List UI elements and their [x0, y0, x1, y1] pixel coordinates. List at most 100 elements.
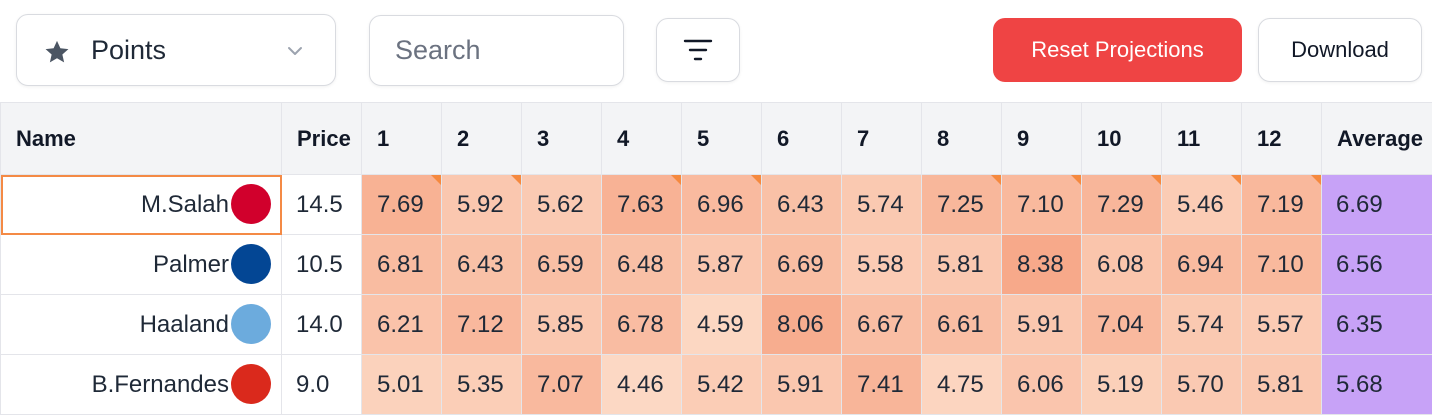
projection-cell[interactable]: 5.74	[841, 174, 922, 235]
view-select-value: Points	[91, 35, 167, 65]
column-header-gw-1[interactable]: 1	[361, 102, 442, 175]
reset-projections-button[interactable]: Reset Projections	[993, 18, 1242, 82]
projection-cell[interactable]: 5.19	[1081, 354, 1162, 415]
projection-cell[interactable]: 5.85	[521, 294, 602, 355]
chevron-down-icon	[288, 47, 302, 55]
projection-cell[interactable]: 4.59	[681, 294, 762, 355]
projection-cell[interactable]: 7.69	[361, 174, 442, 235]
projection-cell[interactable]: 5.74	[1161, 294, 1242, 355]
search-input[interactable]	[370, 16, 623, 85]
projection-cell[interactable]: 6.67	[841, 294, 922, 355]
projection-cell[interactable]: 6.78	[601, 294, 682, 355]
projection-value: 7.25	[937, 190, 984, 218]
player-name-cell[interactable]: B.Fernandes	[0, 354, 282, 415]
projection-value: 6.81	[377, 250, 424, 278]
price-cell: 10.5	[281, 234, 362, 295]
player-name: B.Fernandes	[91, 370, 229, 398]
price-cell: 14.0	[281, 294, 362, 355]
player-name: M.Salah	[140, 190, 229, 218]
projection-cell[interactable]: 5.87	[681, 234, 762, 295]
player-name-cell[interactable]: Haaland	[0, 294, 282, 355]
projection-cell[interactable]: 7.10	[1241, 234, 1322, 295]
projection-cell[interactable]: 5.35	[441, 354, 522, 415]
column-header-gw-5[interactable]: 5	[681, 102, 762, 175]
projection-cell[interactable]: 7.19	[1241, 174, 1322, 235]
projection-cell[interactable]: 7.41	[841, 354, 922, 415]
projection-value: 5.91	[777, 370, 824, 398]
column-header-gw-2[interactable]: 2	[441, 102, 522, 175]
projection-cell[interactable]: 7.10	[1001, 174, 1082, 235]
projection-cell[interactable]: 6.43	[761, 174, 842, 235]
player-name: Palmer	[152, 250, 229, 278]
projection-cell[interactable]: 5.91	[761, 354, 842, 415]
column-header-gw-7[interactable]: 7	[841, 102, 922, 175]
table-row[interactable]: Haaland 14.0 6.21 7.12 5.85 6.78 4.59 8.06 6.67 6…	[0, 294, 1432, 355]
projection-cell[interactable]: 5.92	[441, 174, 522, 235]
projection-cell[interactable]: 7.04	[1081, 294, 1162, 355]
projection-value: 7.10	[1257, 250, 1304, 278]
column-header-gw-9[interactable]: 9	[1001, 102, 1082, 175]
projection-cell[interactable]: 5.70	[1161, 354, 1242, 415]
projection-value: 7.29	[1097, 190, 1144, 218]
projection-value: 6.67	[857, 310, 904, 338]
table-header-row: Name Price 1 2 3 4 5 6 7 8 9 10 11 12 Average	[0, 102, 1432, 175]
projection-value: 5.62	[537, 190, 584, 218]
projection-cell[interactable]: 8.06	[761, 294, 842, 355]
projection-cell[interactable]: 5.62	[521, 174, 602, 235]
projection-cell[interactable]: 6.59	[521, 234, 602, 295]
projection-cell[interactable]: 6.61	[921, 294, 1002, 355]
table-row[interactable]: M.Salah 14.5 7.69 5.92 5.62 7.63 6.96 6.43 5.74 7…	[0, 174, 1432, 235]
projection-cell[interactable]: 8.38	[1001, 234, 1082, 295]
projection-cell[interactable]: 5.58	[841, 234, 922, 295]
projection-cell[interactable]: 6.43	[441, 234, 522, 295]
projection-cell[interactable]: 6.94	[1161, 234, 1242, 295]
projection-cell[interactable]: 5.91	[1001, 294, 1082, 355]
projection-cell[interactable]: 5.46	[1161, 174, 1242, 235]
column-header-average[interactable]: Average	[1321, 102, 1432, 175]
projection-cell[interactable]: 6.81	[361, 234, 442, 295]
view-select-dropdown[interactable]: Points	[16, 14, 336, 86]
projection-cell[interactable]: 4.46	[601, 354, 682, 415]
column-header-name[interactable]: Name	[0, 102, 282, 175]
projection-value: 7.69	[377, 190, 424, 218]
projection-cell[interactable]: 6.08	[1081, 234, 1162, 295]
projection-cell[interactable]: 5.81	[921, 234, 1002, 295]
projection-value: 6.08	[1097, 250, 1144, 278]
projection-cell[interactable]: 5.42	[681, 354, 762, 415]
column-header-gw-3[interactable]: 3	[521, 102, 602, 175]
column-header-gw-4[interactable]: 4	[601, 102, 682, 175]
column-header-gw-10[interactable]: 10	[1081, 102, 1162, 175]
projection-cell[interactable]: 4.75	[921, 354, 1002, 415]
filter-button[interactable]	[656, 18, 740, 82]
projection-cell[interactable]: 7.63	[601, 174, 682, 235]
player-name-cell[interactable]: Palmer	[0, 234, 282, 295]
column-header-gw-8[interactable]: 8	[921, 102, 1002, 175]
projection-cell[interactable]: 6.06	[1001, 354, 1082, 415]
column-header-gw-6[interactable]: 6	[761, 102, 842, 175]
column-header-gw-11[interactable]: 11	[1161, 102, 1242, 175]
projection-cell[interactable]: 6.21	[361, 294, 442, 355]
projection-cell[interactable]: 6.69	[761, 234, 842, 295]
projection-value: 5.74	[857, 190, 904, 218]
projection-cell[interactable]: 7.29	[1081, 174, 1162, 235]
table-row[interactable]: B.Fernandes 9.0 5.01 5.35 7.07 4.46 5.42 5.91 7.…	[0, 354, 1432, 415]
column-header-price[interactable]: Price	[281, 102, 362, 175]
projection-cell[interactable]: 7.25	[921, 174, 1002, 235]
projection-cell[interactable]: 5.81	[1241, 354, 1322, 415]
projection-value: 5.91	[1017, 310, 1064, 338]
projection-value: 4.46	[617, 370, 664, 398]
column-header-gw-12[interactable]: 12	[1241, 102, 1322, 175]
projection-cell[interactable]: 5.57	[1241, 294, 1322, 355]
price-cell: 14.5	[281, 174, 362, 235]
projection-cell[interactable]: 7.07	[521, 354, 602, 415]
projection-cell[interactable]: 7.12	[441, 294, 522, 355]
table-row[interactable]: Palmer 10.5 6.81 6.43 6.59 6.48 5.87 6.69 5.58 5.…	[0, 234, 1432, 295]
projection-cell[interactable]: 5.01	[361, 354, 442, 415]
projection-cell[interactable]: 6.48	[601, 234, 682, 295]
player-name-cell[interactable]: M.Salah	[0, 174, 282, 235]
projection-value: 6.06	[1017, 370, 1064, 398]
download-button[interactable]: Download	[1258, 18, 1422, 82]
projection-value: 6.59	[537, 250, 584, 278]
team-badge-icon	[231, 364, 271, 404]
projection-cell[interactable]: 6.96	[681, 174, 762, 235]
